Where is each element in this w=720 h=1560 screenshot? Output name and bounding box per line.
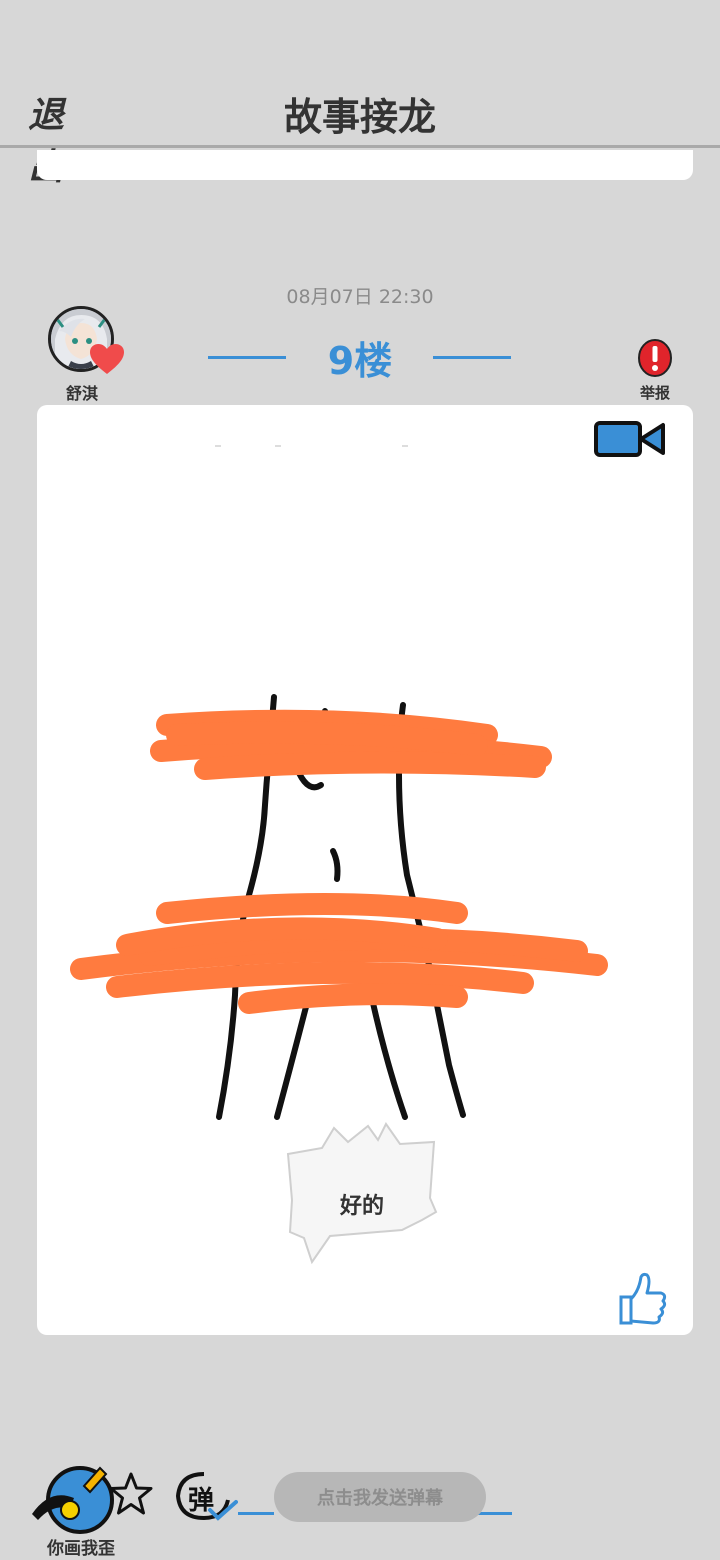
app-name[interactable]: 你画我歪 xyxy=(36,1534,126,1559)
danmaku-toggle[interactable]: 弹 xyxy=(174,1470,238,1522)
thumbs-up-icon[interactable] xyxy=(617,1271,669,1327)
screen: 退出 故事接龙 08月07日 22:30 舒淇 9楼 xyxy=(0,0,720,1560)
drawing-card[interactable]: 好的 xyxy=(37,405,693,1335)
report-label: 举报 xyxy=(639,384,670,402)
underline-right xyxy=(476,1512,512,1515)
page-title: 故事接龙 xyxy=(283,95,436,139)
floor-number: 9楼 xyxy=(327,339,393,383)
danmaku-input[interactable]: 点击我发送弹幕 xyxy=(274,1472,486,1522)
floor-divider-right xyxy=(433,356,511,359)
top-bar: 退出 故事接龙 xyxy=(0,0,720,188)
video-camera-icon[interactable] xyxy=(593,419,667,459)
previous-post-card xyxy=(37,150,693,180)
danmaku-toggle-glyph: 弹 xyxy=(188,1486,215,1516)
header-divider xyxy=(0,145,720,148)
underline-left xyxy=(238,1512,274,1515)
speech-bubble: 好的 xyxy=(282,1120,442,1265)
star-icon[interactable] xyxy=(108,1470,154,1518)
speech-bubble-text: 好的 xyxy=(339,1194,384,1219)
exclamation-icon xyxy=(638,339,672,377)
bottom-bar: 你画我歪 弹 点击我发送弹幕 xyxy=(0,1440,720,1560)
report-button[interactable]: 举报 xyxy=(630,338,680,402)
